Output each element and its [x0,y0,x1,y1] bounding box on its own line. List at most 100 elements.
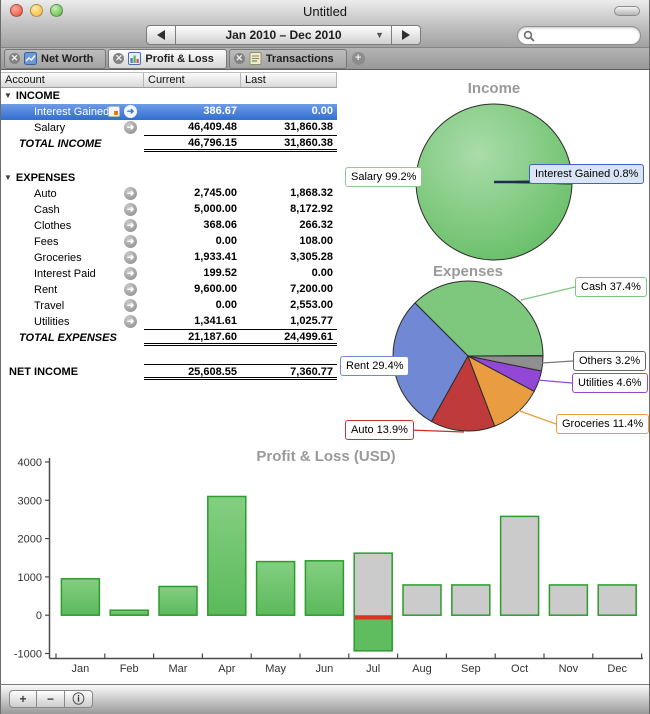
pie-label-utilities: Utilities 4.6% [572,373,648,393]
table-row-interest-paid[interactable]: Interest Paid➜199.520.00 [1,266,337,282]
table-row-expenses[interactable]: ▼EXPENSES [1,170,337,186]
app-window: Untitled Jan 2010 – Dec 2010 ▼ ✕Net Wort… [0,0,650,714]
window-controls [10,4,63,17]
zoom-window-button[interactable] [50,4,63,17]
y-axis-tick-label: -1000 [14,649,42,661]
last-value: 3,305.28 [241,250,337,266]
account-label: Travel [34,300,64,312]
table-spacer [1,152,337,170]
table-row-clothes[interactable]: Clothes➜368.06266.32 [1,218,337,234]
last-value: 0.00 [241,266,337,282]
remove-account-button[interactable]: − [37,690,65,708]
profit-loss-bar-chart: 40003000200010000-1000JanFebMarAprMayJun… [1,446,650,684]
column-header-account[interactable]: Account [1,73,144,87]
table-row-income[interactable]: ▼INCOME [1,88,337,104]
account-name-cell: NET INCOME [1,364,144,380]
titlebar: Untitled [1,0,649,22]
add-tab-button[interactable]: + [352,52,365,65]
drilldown-arrow-button[interactable]: ➜ [124,219,137,232]
table-row-fees[interactable]: Fees➜0.00108.00 [1,234,337,250]
tab-profit-loss[interactable]: ✕Profit & Loss [108,49,226,69]
table-row-total-income[interactable]: TOTAL INCOME46,796.1531,860.38 [1,136,337,152]
drilldown-arrow-button[interactable]: ➜ [124,267,137,280]
current-value: 5,000.00 [144,202,241,218]
drilldown-arrow-button[interactable]: ➜ [124,235,137,248]
drilldown-arrow-button[interactable]: ➜ [124,299,137,312]
current-value: 0.00 [144,298,241,314]
drilldown-arrow-button[interactable]: ➜ [124,121,137,134]
table-row-salary[interactable]: Salary➜46,409.4831,860.38 [1,120,337,136]
last-value: 266.32 [241,218,337,234]
add-account-button[interactable]: + [9,690,37,708]
account-name-cell: Interest Gained➜ [1,104,144,120]
account-label: Groceries [34,252,82,264]
table-row-utilities[interactable]: Utilities➜1,341.611,025.77 [1,314,337,330]
current-value: 368.06 [144,218,241,234]
account-label: NET INCOME [9,366,78,378]
table-spacer [1,346,337,364]
x-axis-tick-label: Sep [461,663,481,675]
last-value: 8,172.92 [241,202,337,218]
column-header-last[interactable]: Last [241,73,337,87]
y-axis-tick-label: 3000 [18,495,42,507]
last-value: 108.00 [241,234,337,250]
date-range-dropdown[interactable]: Jan 2010 – Dec 2010 ▼ [176,25,391,45]
line-chart-icon [24,52,37,65]
table-row-rent[interactable]: Rent➜9,600.007,200.00 [1,282,337,298]
next-period-button[interactable] [391,25,421,45]
label-connector-line [537,380,572,383]
search-icon [523,30,536,43]
column-header-current[interactable]: Current [144,73,241,87]
close-tab-icon[interactable]: ✕ [113,53,124,64]
disclosure-triangle-icon[interactable]: ▼ [4,173,12,182]
drilldown-arrow-button[interactable]: ➜ [124,251,137,264]
bar-apr [208,496,246,615]
table-row-auto[interactable]: Auto➜2,745.001,868.32 [1,186,337,202]
table-row-total-expenses[interactable]: TOTAL EXPENSES21,187.6024,499.61 [1,330,337,346]
drilldown-arrow-button[interactable]: ➜ [124,105,137,118]
last-value: 1,868.32 [241,186,337,202]
account-label: Cash [34,204,60,216]
close-tab-icon[interactable]: ✕ [234,53,245,64]
bottom-toolbar: + − ⓘ [1,684,649,714]
minimize-window-button[interactable] [30,4,43,17]
account-name-cell: ▼EXPENSES [1,170,337,186]
table-row-cash[interactable]: Cash ➜ 5,000.008,172.92 [1,202,337,218]
y-axis-tick-label: 0 [36,610,42,622]
table-row-net-income[interactable]: NET INCOME25,608.557,360.77 [1,364,337,380]
search-field[interactable] [517,26,641,45]
y-axis-tick-label: 2000 [18,534,42,546]
drilldown-arrow-button[interactable]: ➜ [124,187,137,200]
close-tab-icon[interactable]: ✕ [9,53,20,64]
pie-label-interest-gained: Interest Gained 0.8% [529,164,644,184]
bar-feb [110,610,148,615]
bar-jul-projected [354,553,392,615]
table-row-groceries[interactable]: Groceries➜1,933.413,305.28 [1,250,337,266]
disclosure-triangle-icon[interactable]: ▼ [4,91,12,100]
toolbar-toggle-button[interactable] [614,6,640,16]
current-value: 0.00 [144,234,241,250]
last-value: 7,200.00 [241,282,337,298]
table-row-travel[interactable]: Travel➜0.002,553.00 [1,298,337,314]
last-value: 1,025.77 [241,314,337,330]
search-input[interactable] [539,28,637,45]
drilldown-arrow-button[interactable]: ➜ [124,283,137,296]
drilldown-arrow-button[interactable]: ➜ [124,315,137,328]
account-label: Interest Paid [34,268,96,280]
table-row-interest-gained[interactable]: Interest Gained➜386.670.00 [1,104,337,120]
bar-jan [61,579,99,615]
x-axis-tick-label: Jun [316,663,334,675]
prev-period-button[interactable] [146,25,176,45]
accounts-table: ▼INCOMEInterest Gained➜386.670.00Salary➜… [1,88,337,380]
close-window-button[interactable] [10,4,23,17]
tab-transactions[interactable]: ✕Transactions [229,49,347,69]
account-name-cell: TOTAL INCOME [1,136,144,152]
x-axis-tick-label: Dec [607,663,627,675]
current-value: 2,745.00 [144,186,241,202]
account-label: Rent [34,284,57,296]
tab-net-worth[interactable]: ✕Net Worth [4,49,106,69]
right-arrow-icon [402,30,410,40]
chevron-down-icon: ▼ [375,30,384,40]
info-button[interactable]: ⓘ [65,690,93,708]
drilldown-arrow-button[interactable]: ➜ [124,203,137,216]
